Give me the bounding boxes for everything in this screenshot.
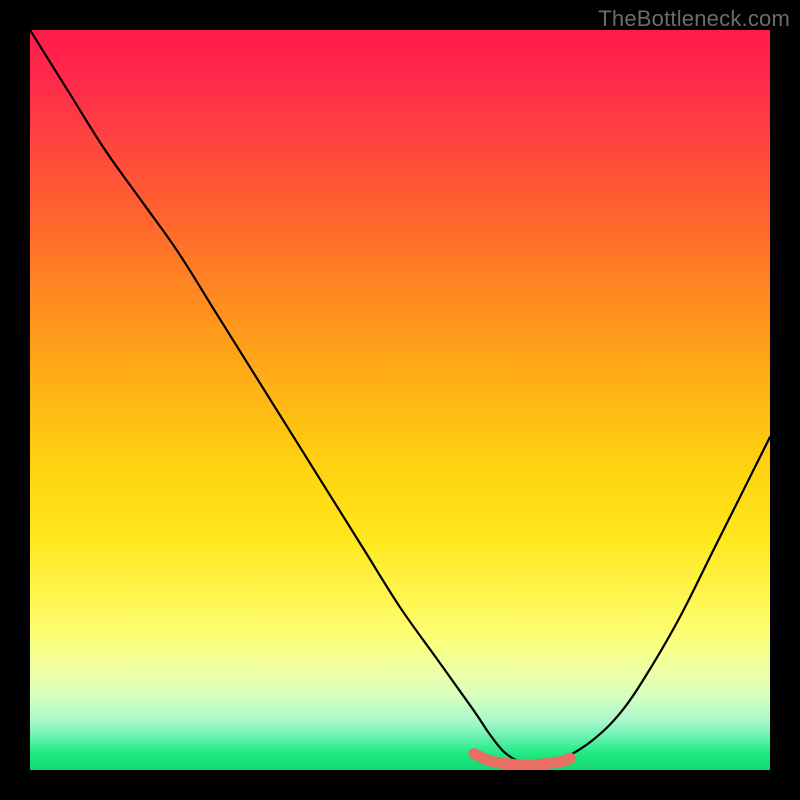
chart-container: TheBottleneck.com <box>0 0 800 800</box>
watermark-text: TheBottleneck.com <box>598 6 790 32</box>
plot-area <box>30 30 770 770</box>
optimal-zone-line <box>474 754 570 765</box>
bottleneck-chart <box>30 30 770 770</box>
bottleneck-curve-line <box>30 30 770 764</box>
